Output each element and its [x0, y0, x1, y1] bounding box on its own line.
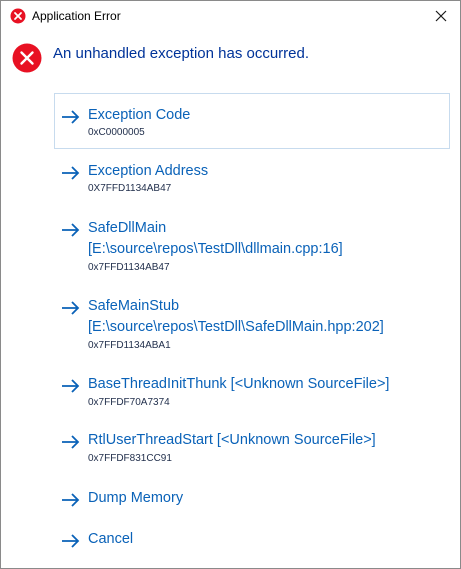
- dump-memory-button[interactable]: Dump Memory: [54, 482, 450, 514]
- arrow-right-icon: [62, 435, 80, 449]
- close-icon: [435, 10, 447, 22]
- arrow-right-icon: [62, 223, 80, 237]
- command-link-label: BaseThreadInitThunk [<Unknown SourceFile…: [88, 376, 390, 392]
- arrow-right-icon: [62, 301, 80, 315]
- arrow-right-icon: [62, 166, 80, 180]
- command-link-note: 0x7FFDF70A7374: [88, 397, 170, 408]
- arrow-right-icon: [62, 493, 80, 507]
- cancel-button[interactable]: Cancel: [54, 523, 450, 555]
- error-icon: [12, 43, 42, 73]
- command-link-note: 0x7FFD1134AB47: [88, 262, 170, 273]
- arrow-right-icon: [62, 534, 80, 548]
- command-link-label: SafeDllMain: [88, 220, 167, 236]
- close-button[interactable]: [422, 1, 460, 31]
- window-title: Application Error: [32, 9, 121, 23]
- command-link-label: Dump Memory: [88, 490, 184, 506]
- command-link-safemainstub[interactable]: SafeMainStub [E:\source\repos\TestDll\Sa…: [54, 289, 450, 359]
- command-link-exception-code[interactable]: Exception Code 0xC0000005: [54, 93, 450, 149]
- command-link-note: 0X7FFD1134AB47: [88, 183, 172, 194]
- command-link-basethreadinitthunk[interactable]: BaseThreadInitThunk [<Unknown SourceFile…: [54, 367, 450, 413]
- arrow-right-icon: [62, 379, 80, 393]
- error-dialog: Application Error An unhandled exception…: [0, 0, 461, 569]
- main-instruction: An unhandled exception has occurred.: [53, 45, 310, 62]
- command-link-label: Exception Code: [88, 107, 191, 123]
- command-link-note: 0xC0000005: [88, 127, 145, 138]
- command-link-exception-address[interactable]: Exception Address 0X7FFD1134AB47: [54, 154, 450, 200]
- command-link-label: Exception Address: [88, 163, 209, 179]
- error-icon: [10, 8, 26, 24]
- command-link-label-line2: [E:\source\repos\TestDll\SafeDllMain.hpp…: [88, 319, 384, 335]
- command-link-label: SafeMainStub: [88, 298, 180, 314]
- arrow-right-icon: [62, 110, 80, 124]
- command-link-safedllmain[interactable]: SafeDllMain [E:\source\repos\TestDll\dll…: [54, 211, 450, 281]
- command-link-rtluserthreadstart[interactable]: RtlUserThreadStart [<Unknown SourceFile>…: [54, 423, 450, 469]
- command-link-note: 0x7FFDF831CC91: [88, 453, 172, 464]
- command-link-note: 0x7FFD1134ABA1: [88, 340, 171, 351]
- command-link-label-line2: [E:\source\repos\TestDll\dllmain.cpp:16]: [88, 241, 343, 257]
- command-link-label: RtlUserThreadStart [<Unknown SourceFile>…: [88, 432, 376, 448]
- command-link-label: Cancel: [88, 531, 134, 547]
- title-bar: Application Error: [1, 1, 460, 31]
